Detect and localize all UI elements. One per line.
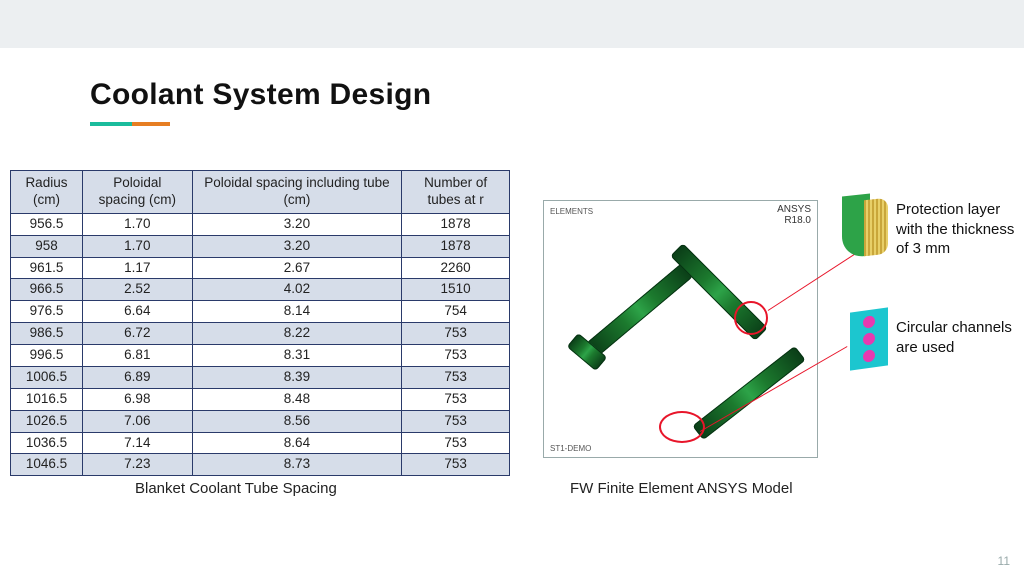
table-cell: 1036.5: [11, 432, 83, 454]
callout-circle-icon: [659, 411, 705, 443]
page-title: Coolant System Design: [90, 78, 1024, 112]
table-cell: 2260: [402, 257, 510, 279]
table-cell: 4.02: [192, 279, 401, 301]
table-cell: 1046.5: [11, 454, 83, 476]
table-cell: 956.5: [11, 213, 83, 235]
table-cell: 1006.5: [11, 366, 83, 388]
fig-corner-tag: ELEMENTS: [550, 207, 593, 216]
table-cell: 8.14: [192, 301, 401, 323]
ansys-model-figure: ELEMENTS ANSYS R18.0 ST1-DEMO: [543, 200, 818, 458]
protection-layer-swatch: [842, 195, 890, 257]
channel-dot-icon: [863, 315, 875, 329]
table-cell: 8.31: [192, 345, 401, 367]
table-cell: 8.22: [192, 323, 401, 345]
table-cell: 1.17: [82, 257, 192, 279]
table-row: 966.52.524.021510: [11, 279, 510, 301]
table-cell: 976.5: [11, 301, 83, 323]
table-cell: 753: [402, 388, 510, 410]
table-cell: 8.64: [192, 432, 401, 454]
table-row: 1046.57.238.73753: [11, 454, 510, 476]
table-cell: 996.5: [11, 345, 83, 367]
table-cell: 6.64: [82, 301, 192, 323]
table-cell: 1878: [402, 235, 510, 257]
channel-dot-icon: [863, 332, 875, 346]
table-row: 9581.703.201878: [11, 235, 510, 257]
table-cell: 2.52: [82, 279, 192, 301]
circular-channels-label: Circular channels are used: [896, 318, 1024, 357]
channel-dot-icon: [863, 349, 875, 363]
table-cell: 3.20: [192, 213, 401, 235]
callout-circle-icon: [734, 301, 768, 335]
ansys-version: R18.0: [784, 215, 811, 226]
table-cell: 753: [402, 410, 510, 432]
table-cell: 1878: [402, 213, 510, 235]
fig-bottom-tag: ST1-DEMO: [550, 444, 591, 453]
table-row: 956.51.703.201878: [11, 213, 510, 235]
page-number: 11: [998, 554, 1010, 568]
accent-orange: [132, 122, 170, 126]
table-cell: 754: [402, 301, 510, 323]
table-cell: 1.70: [82, 235, 192, 257]
table-row: 1036.57.148.64753: [11, 432, 510, 454]
table-cell: 6.72: [82, 323, 192, 345]
table-cell: 1016.5: [11, 388, 83, 410]
table-row: 996.56.818.31753: [11, 345, 510, 367]
table-cell: 1510: [402, 279, 510, 301]
table-cell: 986.5: [11, 323, 83, 345]
coolant-tube-table: Radius (cm) Poloidal spacing (cm) Poloid…: [10, 170, 510, 476]
table-cell: 753: [402, 454, 510, 476]
table-header-row: Radius (cm) Poloidal spacing (cm) Poloid…: [11, 171, 510, 214]
table-cell: 966.5: [11, 279, 83, 301]
ansys-label: ANSYS: [777, 204, 811, 215]
accent-teal: [90, 122, 132, 126]
table-cell: 1026.5: [11, 410, 83, 432]
table-cell: 8.73: [192, 454, 401, 476]
protection-layer-label: Protection layer with the thickness of 3…: [896, 200, 1024, 259]
table-row: 1026.57.068.56753: [11, 410, 510, 432]
table-cell: 8.56: [192, 410, 401, 432]
fig-software-tag: ANSYS R18.0: [777, 205, 811, 226]
table-row: 986.56.728.22753: [11, 323, 510, 345]
table-caption: Blanket Coolant Tube Spacing: [135, 480, 337, 497]
table-cell: 753: [402, 366, 510, 388]
tube-segment: [586, 263, 693, 357]
circular-channels-swatch: [850, 307, 888, 370]
col-radius: Radius (cm): [11, 171, 83, 214]
table-cell: 753: [402, 323, 510, 345]
table-cell: 6.81: [82, 345, 192, 367]
top-bar: [0, 0, 1024, 48]
table-cell: 753: [402, 345, 510, 367]
table-row: 1006.56.898.39753: [11, 366, 510, 388]
figure-caption: FW Finite Element ANSYS Model: [570, 480, 793, 497]
header: Coolant System Design: [0, 48, 1024, 126]
table-cell: 7.23: [82, 454, 192, 476]
table-row: 961.51.172.672260: [11, 257, 510, 279]
table-cell: 961.5: [11, 257, 83, 279]
table-cell: 6.98: [82, 388, 192, 410]
table-cell: 1.70: [82, 213, 192, 235]
col-poloidal-inc: Poloidal spacing including tube (cm): [192, 171, 401, 214]
table-cell: 958: [11, 235, 83, 257]
col-ntubes: Number of tubes at r: [402, 171, 510, 214]
table-row: 1016.56.988.48753: [11, 388, 510, 410]
accent-bar: [90, 122, 170, 126]
table-cell: 8.48: [192, 388, 401, 410]
table-cell: 7.14: [82, 432, 192, 454]
table-cell: 7.06: [82, 410, 192, 432]
table-cell: 753: [402, 432, 510, 454]
table-cell: 8.39: [192, 366, 401, 388]
table-cell: 6.89: [82, 366, 192, 388]
swatch-gold: [864, 198, 888, 257]
table-cell: 3.20: [192, 235, 401, 257]
table-row: 976.56.648.14754: [11, 301, 510, 323]
col-poloidal: Poloidal spacing (cm): [82, 171, 192, 214]
table-cell: 2.67: [192, 257, 401, 279]
table-body: 956.51.703.2018789581.703.201878961.51.1…: [11, 213, 510, 476]
body: Radius (cm) Poloidal spacing (cm) Poloid…: [10, 170, 1014, 476]
